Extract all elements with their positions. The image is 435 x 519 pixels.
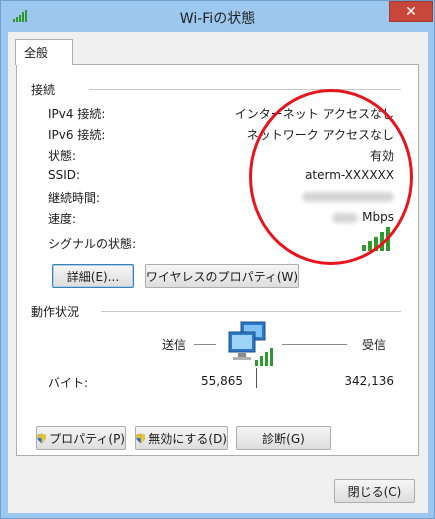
wifi-status-window: Wi-Fiの状態 ✕ 全般 接続 IPv4 接続: インターネット アクセスなし… [0,0,435,519]
client-area: 全般 接続 IPv4 接続: インターネット アクセスなし IPv6 接続: ネ… [8,32,428,513]
details-button[interactable]: 詳細(E)... [52,264,134,288]
window-title: Wi-Fiの状態 [179,11,256,27]
disable-button[interactable]: 無効にする(D) [135,426,228,450]
bytes-sent-value: 55,865 [201,374,243,388]
speed-label: 速度: [48,212,77,226]
uac-shield-icon [136,433,146,443]
activity-section-title: 動作状況 [31,305,80,319]
duration-value [302,189,394,203]
signal-strength-icon [362,227,392,254]
received-line [282,344,347,345]
ssid-label: SSID: [48,168,81,182]
close-window-button[interactable]: ✕ [389,1,433,22]
properties-button-label: プロパティ(P) [49,431,125,446]
ipv6-label: IPv6 接続: [48,128,106,142]
redacted-duration [302,191,394,202]
properties-button[interactable]: プロパティ(P) [36,426,126,450]
ipv4-label: IPv4 接続: [48,107,106,121]
speed-unit: Mbps [362,210,394,224]
state-label: 状態: [48,149,77,163]
duration-label: 継続時間: [48,191,101,205]
state-value: 有効 [369,149,394,163]
uac-shield-icon [37,433,47,443]
sent-line [194,344,216,345]
bytes-divider [256,368,257,388]
section-divider [89,89,401,90]
ipv6-value: ネットワーク アクセスなし [246,128,394,142]
network-computers-icon [227,320,279,371]
disable-button-label: 無効にする(D) [148,431,227,446]
bytes-received-value: 342,136 [344,374,394,388]
received-label: 受信 [362,338,387,352]
tab-general[interactable]: 全般 [15,39,73,65]
ipv4-value: インターネット アクセスなし [234,107,394,121]
general-panel: 接続 IPv4 接続: インターネット アクセスなし IPv6 接続: ネットワ… [16,64,419,456]
redacted-speed [332,212,359,223]
signal-label: シグナルの状態: [48,237,137,251]
diagnose-button[interactable]: 診断(G) [236,426,331,450]
close-button[interactable]: 閉じる(C) [334,479,415,503]
close-icon: ✕ [405,3,417,20]
sent-label: 送信 [162,338,187,352]
speed-value: Mbps [332,210,394,224]
connection-section-title: 接続 [31,83,56,97]
bytes-label: バイト: [48,376,89,390]
title-bar[interactable]: Wi-Fiの状態 ✕ [1,1,434,33]
ssid-value: aterm-XXXXXX [305,168,394,182]
section-divider [101,311,401,312]
wireless-properties-button[interactable]: ワイヤレスのプロパティ(W) [145,264,299,288]
